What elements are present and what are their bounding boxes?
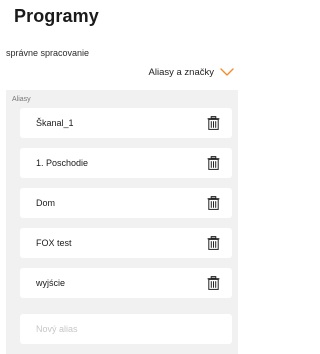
aliases-tags-toggle[interactable]: Aliasy a značky [149,67,234,78]
aliases-tags-toggle-label: Aliasy a značky [148,67,214,78]
trash-icon[interactable] [207,196,220,210]
alias-label: Dom [36,198,56,208]
screen: Programy správne spracovanie Aliasy a zn… [0,0,244,354]
chevron-down-icon [220,68,234,76]
trash-icon[interactable] [207,156,220,170]
alias-label: FOX test [36,238,72,248]
alias-label: wyjście [36,278,66,288]
alias-label: 1. Poschodie [36,158,89,168]
trash-icon[interactable] [207,236,220,250]
trash-icon[interactable] [207,116,220,130]
alias-label: Škanal_1 [36,118,74,128]
alias-item[interactable]: 1. Poschodie [20,148,232,178]
alias-item[interactable]: FOX test [20,228,232,258]
alias-item[interactable]: wyjście [20,268,232,298]
new-alias-input[interactable] [20,314,232,344]
subtitle: správne spracovanie [6,48,90,58]
alias-item[interactable]: Škanal_1 [20,108,232,138]
trash-icon[interactable] [207,276,220,290]
page-title: Programy [14,6,99,26]
aliases-label: Aliasy [12,96,31,103]
alias-item[interactable]: Dom [20,188,232,218]
